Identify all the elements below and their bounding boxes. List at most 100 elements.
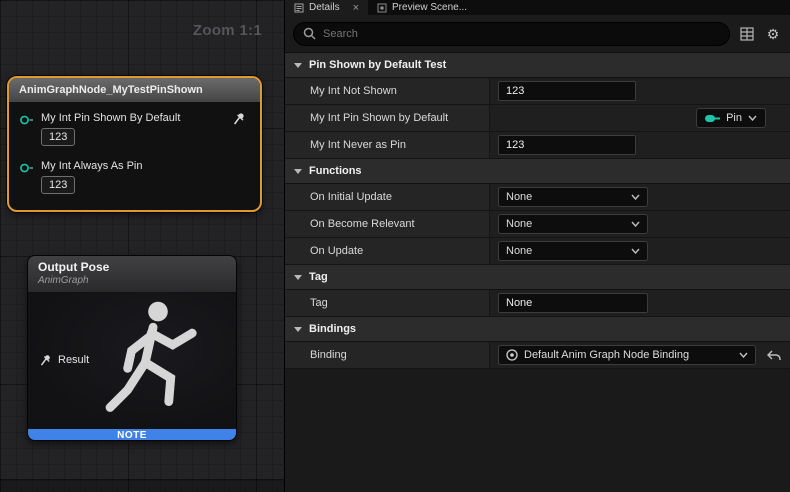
chevron-down-icon (294, 275, 302, 280)
result-pin[interactable]: Result (40, 354, 89, 366)
pin-value-field[interactable]: 123 (41, 128, 75, 146)
chevron-down-icon (294, 327, 302, 332)
search-row: ⚙ (285, 15, 790, 53)
combo-value: Default Anim Graph Node Binding (524, 349, 689, 361)
pin-icon (705, 114, 720, 123)
mannequin-figure (83, 292, 233, 429)
row-binding: Binding Default Anim Graph Node Binding (285, 342, 790, 369)
tab-bar: Details × Preview Scene... (285, 0, 790, 15)
chevron-down-icon (631, 248, 640, 254)
property-label: My Int Never as Pin (285, 132, 490, 158)
search-box[interactable] (293, 22, 730, 46)
section-title: Pin Shown by Default Test (309, 59, 446, 71)
property-label: On Update (285, 238, 490, 264)
section-header-functions[interactable]: Functions (285, 159, 790, 184)
row-on-initial-update: On Initial Update None (285, 184, 790, 211)
property-label: Binding (285, 342, 490, 368)
node-body: My Int Pin Shown By Default 123 (9, 102, 260, 212)
row-my-int-pin-shown: My Int Pin Shown by Default Pin (285, 105, 790, 132)
settings-gear-icon[interactable]: ⚙ (764, 25, 782, 43)
output-node-subtitle: AnimGraph (38, 275, 236, 286)
property-value-cell: None (490, 184, 790, 210)
output-node-header[interactable]: Output Pose AnimGraph (28, 256, 236, 292)
property-label: Tag (285, 290, 490, 316)
row-on-update: On Update None (285, 238, 790, 265)
graph-editor-canvas[interactable]: Zoom 1:1 AnimGraphNode_MyTestPinShown My… (0, 0, 285, 492)
property-value-cell: Pin (490, 105, 790, 131)
chevron-down-icon (631, 221, 640, 227)
on-update-combo[interactable]: None (498, 241, 648, 261)
property-label: On Become Relevant (285, 211, 490, 237)
pin-label: My Int Always As Pin (41, 160, 142, 172)
close-tab-icon[interactable]: × (353, 2, 359, 14)
row-tag: Tag (285, 290, 790, 317)
my-int-not-shown-input[interactable] (498, 81, 636, 101)
reset-binding-icon[interactable] (767, 350, 782, 361)
output-node-title: Output Pose (38, 260, 236, 274)
pin-content: My Int Always As Pin 123 (41, 160, 142, 194)
app-root: Zoom 1:1 AnimGraphNode_MyTestPinShown My… (0, 0, 790, 492)
pin-content: My Int Pin Shown By Default 123 (41, 112, 180, 146)
row-on-become-relevant: On Become Relevant None (285, 211, 790, 238)
property-label: My Int Pin Shown by Default (285, 105, 490, 131)
section-title: Functions (309, 165, 362, 177)
property-value-cell: None (490, 211, 790, 237)
result-pin-label: Result (58, 354, 89, 366)
details-tab-icon (294, 3, 304, 13)
graph-bottom-edge (0, 479, 284, 492)
tab-preview-scene[interactable]: Preview Scene... (368, 0, 476, 15)
property-value-cell: None (490, 238, 790, 264)
property-label: My Int Not Shown (285, 78, 490, 104)
view-options-icon[interactable] (738, 25, 756, 43)
pin-dropdown-button[interactable]: Pin (696, 108, 766, 128)
row-my-int-never-as-pin: My Int Never as Pin (285, 132, 790, 159)
property-value-cell: Default Anim Graph Node Binding (490, 342, 790, 368)
pin-label: My Int Pin Shown By Default (41, 112, 180, 124)
preview-tab-icon (377, 3, 387, 13)
output-node-body: Result (28, 292, 236, 429)
property-value-cell (490, 290, 790, 316)
section-header-tag[interactable]: Tag (285, 265, 790, 290)
tab-preview-label: Preview Scene... (392, 2, 467, 13)
chevron-down-icon (739, 352, 748, 358)
combo-value: None (506, 245, 532, 257)
combo-value: None (506, 218, 532, 230)
int-pin-icon[interactable] (19, 162, 34, 174)
section-title: Bindings (309, 323, 356, 335)
note-bubble[interactable]: NOTE (28, 429, 236, 441)
my-int-never-as-pin-input[interactable] (498, 135, 636, 155)
details-empty-area (285, 369, 790, 492)
section-title: Tag (309, 271, 328, 283)
chevron-down-icon (631, 194, 640, 200)
output-pose-node[interactable]: Output Pose AnimGraph (27, 255, 237, 441)
on-initial-update-combo[interactable]: None (498, 187, 648, 207)
search-icon (303, 27, 316, 40)
binding-combo[interactable]: Default Anim Graph Node Binding (498, 345, 756, 365)
node-pin[interactable]: My Int Always As Pin 123 (19, 160, 142, 194)
pin-dropdown-value: Pin (726, 112, 742, 124)
node-title[interactable]: AnimGraphNode_MyTestPinShown (9, 78, 260, 102)
section-header-pin-shown[interactable]: Pin Shown by Default Test (285, 53, 790, 78)
chevron-down-icon (748, 112, 757, 124)
anim-graph-node[interactable]: AnimGraphNode_MyTestPinShown My Int Pin … (7, 76, 262, 212)
row-my-int-not-shown: My Int Not Shown (285, 78, 790, 105)
combo-value: None (506, 191, 532, 203)
on-become-relevant-combo[interactable]: None (498, 214, 648, 234)
chevron-down-icon (294, 63, 302, 68)
zoom-level: Zoom 1:1 (193, 22, 262, 39)
tab-details[interactable]: Details × (285, 0, 368, 15)
int-pin-icon[interactable] (19, 114, 34, 126)
pin-visibility-icon[interactable] (233, 112, 246, 130)
node-pin[interactable]: My Int Pin Shown By Default 123 (19, 112, 180, 146)
binding-icon (506, 349, 518, 361)
details-panel: Details × Preview Scene... (285, 0, 790, 492)
tag-input[interactable] (498, 293, 648, 313)
property-value-cell (490, 132, 790, 158)
section-header-bindings[interactable]: Bindings (285, 317, 790, 342)
property-label: On Initial Update (285, 184, 490, 210)
pin-value-field[interactable]: 123 (41, 176, 75, 194)
result-pose-icon (40, 354, 52, 366)
search-input[interactable] (323, 28, 720, 40)
chevron-down-icon (294, 169, 302, 174)
tab-details-label: Details (309, 2, 340, 13)
